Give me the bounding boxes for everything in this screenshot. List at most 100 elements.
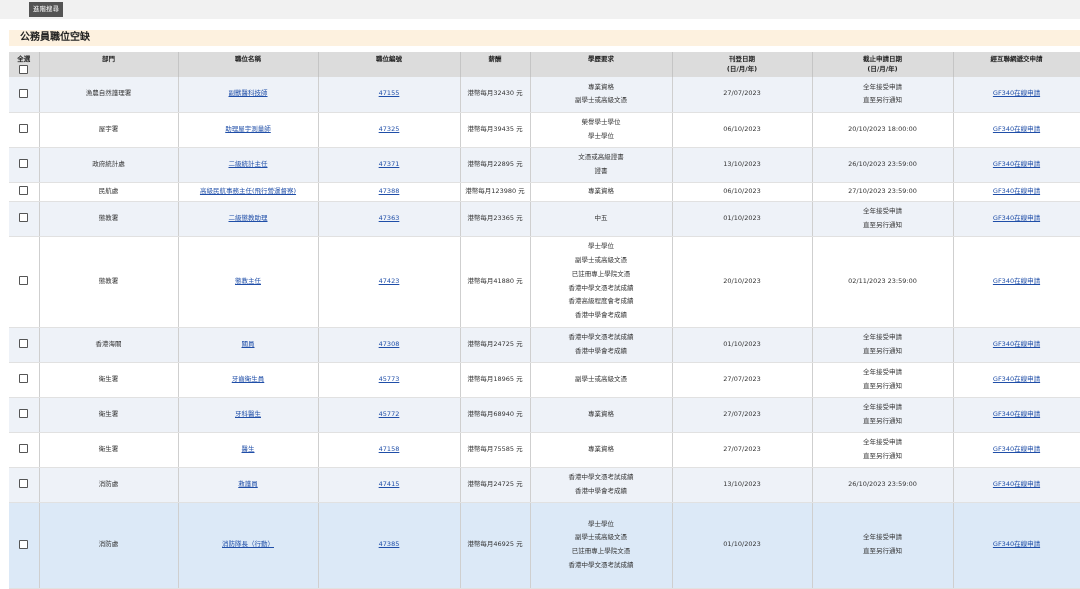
qualification-cell: 學士學位 副學士或高級文憑 已註冊專上學院文憑 香港中學文憑考試成績 香港高級程度會考成… <box>530 236 673 328</box>
closing-date-text: 26/10/2023 23:59:00 <box>848 479 917 488</box>
apply-header: 經互聯網遞交申請 <box>953 52 1080 77</box>
salary-cell: 港幣每月18965 元 <box>460 362 531 398</box>
job-ref-cell: 45773 <box>318 362 461 398</box>
apply-online-link[interactable]: GF340在線申請 <box>993 445 1040 453</box>
advanced-search-button[interactable]: 進階搜尋 <box>29 2 63 17</box>
apply-online-link[interactable]: GF340在線申請 <box>993 277 1040 285</box>
closing-date-cell: 02/11/2023 23:59:00 <box>812 236 954 328</box>
job-ref-link[interactable]: 47363 <box>379 214 400 222</box>
job-ref-link[interactable]: 47371 <box>379 160 400 168</box>
apply-cell: GF340在線申請 <box>953 147 1080 183</box>
apply-online-link[interactable]: GF340在線申請 <box>993 160 1040 168</box>
row-checkbox[interactable] <box>19 539 29 549</box>
apply-online-link[interactable]: GF340在線申請 <box>993 214 1040 222</box>
job-title-link[interactable]: 懲教主任 <box>235 277 261 285</box>
select-all-header: 全選 <box>9 52 40 77</box>
department-cell: 衛生署 <box>39 432 179 468</box>
qualification-item: 香港中學文憑考試成績 <box>568 472 634 481</box>
qualification-item: 香港中學文憑考試成績 <box>568 283 634 292</box>
row-select-cell <box>9 502 40 589</box>
row-checkbox[interactable] <box>19 276 29 286</box>
job-ref-link[interactable]: 47423 <box>379 277 400 285</box>
job-ref-link[interactable]: 47388 <box>379 187 400 195</box>
salary-cell: 港幣每月46925 元 <box>460 502 531 589</box>
qualification-item: 副學士或高級文憑 <box>575 96 627 105</box>
table-row: 香港海關 關員 47308 港幣每月24725 元香港中學文憑考試成績 香港中學會考成績… <box>9 327 1080 363</box>
job-ref-link[interactable]: 45773 <box>379 375 400 383</box>
row-checkbox[interactable] <box>19 88 29 98</box>
salary-cell: 港幣每月22895 元 <box>460 147 531 183</box>
job-title-link[interactable]: 救護員 <box>238 480 258 488</box>
job-title-cell: 救護員 <box>178 467 319 503</box>
salary-cell: 港幣每月23365 元 <box>460 201 531 237</box>
job-title-cell: 醫生 <box>178 432 319 468</box>
job-ref-link[interactable]: 47158 <box>379 445 400 453</box>
table-row: 衛生署 牙齒衛生員 45773 港幣每月18965 元 副學士或高級文憑 27/07/20… <box>9 362 1080 398</box>
apply-online-link[interactable]: GF340在線申請 <box>993 480 1040 488</box>
apply-cell: GF340在線申請 <box>953 467 1080 503</box>
row-checkbox[interactable] <box>19 159 29 169</box>
qualification-item: 香港中學會考成績 <box>575 486 627 495</box>
closing-date-text: 全年接受申請 <box>863 82 902 91</box>
qualification-cell: 中五 <box>530 201 673 237</box>
closing-date-text: 直至另行通知 <box>863 96 902 105</box>
job-ref-link[interactable]: 47385 <box>379 540 400 548</box>
qualification-cell: 香港中學文憑考試成績 香港中學會考成績 <box>530 327 673 363</box>
department-cell: 政府統計處 <box>39 147 179 183</box>
job-ref-link[interactable]: 47155 <box>379 89 400 97</box>
job-ref-link[interactable]: 47308 <box>379 340 400 348</box>
job-title-link[interactable]: 助理屋宇測量師 <box>225 125 271 133</box>
job-title-link[interactable]: 二級懲教助理 <box>229 214 268 222</box>
apply-online-link[interactable]: GF340在線申請 <box>993 340 1040 348</box>
apply-online-link[interactable]: GF340在線申請 <box>993 410 1040 418</box>
table-row: 屋宇署 助理屋宇測量師 47325 港幣每月39435 元榮譽學士學位 學士學位 06/1… <box>9 112 1080 148</box>
job-title-link[interactable]: 高級民航事務主任(飛行營運督察) <box>200 187 296 195</box>
job-title-link[interactable]: 二級統計主任 <box>229 160 268 168</box>
qualification-item: 香港中學會考成績 <box>575 346 627 355</box>
select-all-checkbox[interactable] <box>19 65 29 74</box>
job-ref-link[interactable]: 47325 <box>379 125 400 133</box>
table-row: 懲教署 二級懲教助理 47363 港幣每月23365 元中五 01/10/2023 全年接… <box>9 201 1080 237</box>
job-title-cell: 懲教主任 <box>178 236 319 328</box>
row-select-cell <box>9 182 40 202</box>
qualification-item: 香港中學文憑考試成績 <box>568 560 634 569</box>
apply-cell: GF340在線申請 <box>953 236 1080 328</box>
department-cell: 衛生署 <box>39 397 179 433</box>
row-checkbox[interactable] <box>19 479 29 489</box>
apply-online-link[interactable]: GF340在線申請 <box>993 540 1040 548</box>
apply-online-link[interactable]: GF340在線申請 <box>993 187 1040 195</box>
publish-date-cell: 01/10/2023 <box>672 502 813 589</box>
apply-cell: GF340在線申請 <box>953 112 1080 148</box>
row-checkbox[interactable] <box>19 186 29 196</box>
row-checkbox[interactable] <box>19 124 29 134</box>
job-ref-cell: 47158 <box>318 432 461 468</box>
job-title-link[interactable]: 醫生 <box>242 445 255 453</box>
qualification-item: 副學士或高級文憑 <box>575 533 627 542</box>
apply-online-link[interactable]: GF340在線申請 <box>993 89 1040 97</box>
job-ref-link[interactable]: 45772 <box>379 410 400 418</box>
row-checkbox[interactable] <box>19 339 29 349</box>
row-checkbox[interactable] <box>19 213 29 223</box>
row-checkbox[interactable] <box>19 444 29 454</box>
apply-online-link[interactable]: GF340在線申請 <box>993 375 1040 383</box>
qualification-item: 已註冊專上學院文憑 <box>571 269 631 278</box>
job-title-header: 職位名稱 <box>178 52 319 77</box>
job-title-cell: 二級統計主任 <box>178 147 319 183</box>
job-ref-link[interactable]: 47415 <box>379 480 400 488</box>
row-checkbox[interactable] <box>19 409 29 419</box>
job-title-cell: 牙齒衛生員 <box>178 362 319 398</box>
job-title-link[interactable]: 牙齒衛生員 <box>232 375 265 383</box>
qualification-item: 中五 <box>594 213 608 222</box>
table-row: 民航處 高級民航事務主任(飛行營運督察) 47388 港幣每月123980 元 專業資格… <box>9 182 1080 202</box>
row-select-cell <box>9 236 40 328</box>
job-title-link[interactable]: 關員 <box>242 340 255 348</box>
closing-date-text: 直至另行通知 <box>863 416 902 425</box>
row-checkbox[interactable] <box>19 374 29 384</box>
job-title-link[interactable]: 副獸醫科技師 <box>229 89 268 97</box>
table-row: 漁農自然護理署 副獸醫科技師 47155 港幣每月32430 元專業資格 副學士或高級文… <box>9 77 1080 113</box>
job-ref-cell: 47325 <box>318 112 461 148</box>
job-title-link[interactable]: 消防隊長（行動） <box>222 540 274 548</box>
apply-online-link[interactable]: GF340在線申請 <box>993 125 1040 133</box>
job-title-link[interactable]: 牙科醫生 <box>235 410 261 418</box>
qualification-item: 證書 <box>594 166 608 175</box>
